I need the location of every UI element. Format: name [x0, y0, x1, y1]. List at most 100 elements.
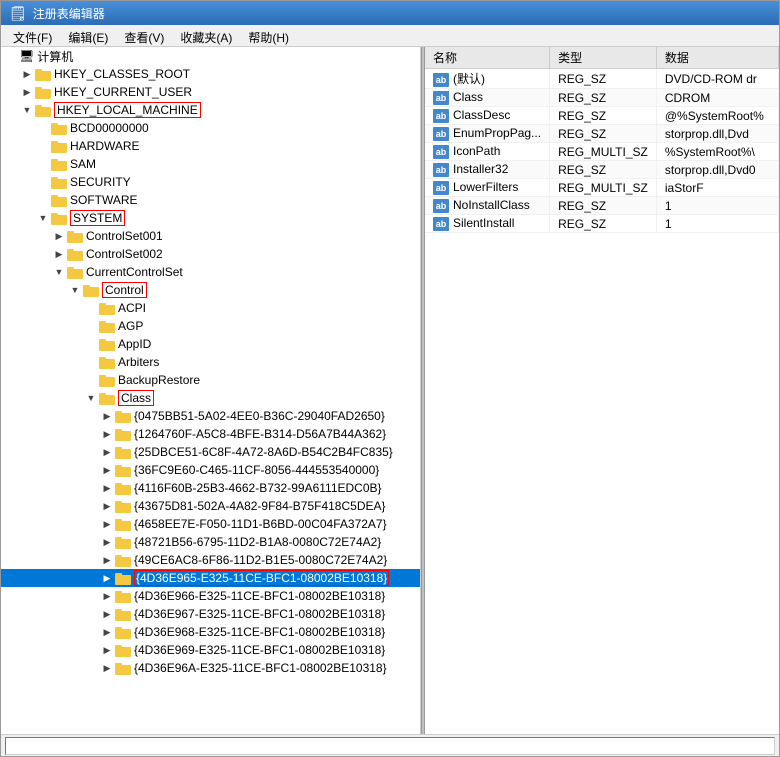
menu-help[interactable]: 帮助(H) [240, 27, 297, 44]
expander-guid7[interactable]: ▶ [99, 516, 115, 532]
expander-guid5[interactable]: ▶ [99, 480, 115, 496]
expander-guid11[interactable]: ▶ [99, 588, 115, 604]
tree-node-guid7[interactable]: ▶ {4658EE7E-F050-11D1-B6BD-00C04FA372A7} [1, 515, 420, 533]
tree-node-guid8[interactable]: ▶ {48721B56-6795-11D2-B1A8-0080C72E74A2} [1, 533, 420, 551]
node-label-guid13: {4D36E968-E325-11CE-BFC1-08002BE10318} [134, 625, 385, 639]
tree-node-acpi[interactable]: ACPI [1, 299, 420, 317]
expander-guid3[interactable]: ▶ [99, 444, 115, 460]
tree-node-guid2[interactable]: ▶ {1264760F-A5C8-4BFE-B314-D56A7B44A362} [1, 425, 420, 443]
col-header-name[interactable]: 名称 [425, 47, 550, 69]
reg-type-cell: REG_SZ [550, 161, 657, 179]
expander-ccs[interactable]: ▼ [51, 264, 67, 280]
menu-bar: 文件(F) 编辑(E) 查看(V) 收藏夹(A) 帮助(H) [1, 25, 779, 47]
tree-node-arbiters[interactable]: Arbiters [1, 353, 420, 371]
menu-favorites[interactable]: 收藏夹(A) [172, 27, 240, 44]
tree-node-backuprestore[interactable]: BackupRestore [1, 371, 420, 389]
menu-edit[interactable]: 编辑(E) [60, 27, 116, 44]
tree-node-controlset001[interactable]: ▶ ControlSet001 [1, 227, 420, 245]
tree-node-guid10[interactable]: ▶ {4D36E965-E325-11CE-BFC1-08002BE10318} [1, 569, 420, 587]
table-row[interactable]: abIconPath REG_MULTI_SZ %SystemRoot%\ [425, 143, 779, 161]
table-row[interactable]: abEnumPropPag... REG_SZ storprop.dll,Dvd [425, 125, 779, 143]
reg-type-cell: REG_MULTI_SZ [550, 179, 657, 197]
col-header-type[interactable]: 类型 [550, 47, 657, 69]
expander-control[interactable]: ▼ [67, 282, 83, 298]
expander-guid4[interactable]: ▶ [99, 462, 115, 478]
expander-guid6[interactable]: ▶ [99, 498, 115, 514]
expander-guid1[interactable]: ▶ [99, 408, 115, 424]
tree-node-hkcr[interactable]: ▶ HKEY_CLASSES_ROOT [1, 65, 420, 83]
table-row[interactable]: abSilentInstall REG_SZ 1 [425, 215, 779, 233]
tree-node-guid15[interactable]: ▶ {4D36E96A-E325-11CE-BFC1-08002BE10318} [1, 659, 420, 677]
folder-icon-system [51, 211, 67, 225]
tree-node-class[interactable]: ▼ Class [1, 389, 420, 407]
table-row[interactable]: abInstaller32 REG_SZ storprop.dll,Dvd0 [425, 161, 779, 179]
tree-node-guid5[interactable]: ▶ {4116F60B-25B3-4662-B732-99A6111EDC0B} [1, 479, 420, 497]
expander-guid15[interactable]: ▶ [99, 660, 115, 676]
tree-node-guid4[interactable]: ▶ {36FC9E60-C465-11CF-8056-444553540000} [1, 461, 420, 479]
tree-node-guid6[interactable]: ▶ {43675D81-502A-4A82-9F84-B75F418C5DEA} [1, 497, 420, 515]
reg-name-cell: abClassDesc [425, 107, 550, 125]
tree-node-guid12[interactable]: ▶ {4D36E967-E325-11CE-BFC1-08002BE10318} [1, 605, 420, 623]
expander-controlset002[interactable]: ▶ [51, 246, 67, 262]
tree-node-security[interactable]: SECURITY [1, 173, 420, 191]
menu-file[interactable]: 文件(F) [5, 27, 60, 44]
expander-guid2[interactable]: ▶ [99, 426, 115, 442]
reg-name-cell: abSilentInstall [425, 215, 550, 233]
tree-node-guid9[interactable]: ▶ {49CE6AC8-6F86-11D2-B1E5-0080C72E74A2} [1, 551, 420, 569]
node-label-computer: 计算机 [37, 48, 73, 65]
expander-controlset001[interactable]: ▶ [51, 228, 67, 244]
tree-node-hkcu[interactable]: ▶ HKEY_CURRENT_USER [1, 83, 420, 101]
folder-icon-sam [51, 157, 67, 171]
table-row[interactable]: abNoInstallClass REG_SZ 1 [425, 197, 779, 215]
tree-node-system[interactable]: ▼ SYSTEM [1, 209, 420, 227]
expander-agp [83, 318, 99, 334]
reg-ab-icon: ab [433, 163, 449, 177]
tree-node-appid[interactable]: AppID [1, 335, 420, 353]
table-row[interactable]: abLowerFilters REG_MULTI_SZ iaStorF [425, 179, 779, 197]
tree-node-hklm[interactable]: ▼ HKEY_LOCAL_MACHINE [1, 101, 420, 119]
expander-guid12[interactable]: ▶ [99, 606, 115, 622]
expander-guid13[interactable]: ▶ [99, 624, 115, 640]
expander-hklm[interactable]: ▼ [19, 102, 35, 118]
tree-node-computer[interactable]: 🖥 计算机 [1, 47, 420, 65]
tree-node-control[interactable]: ▼ Control [1, 281, 420, 299]
reg-type-cell: REG_MULTI_SZ [550, 143, 657, 161]
tree-node-agp[interactable]: AGP [1, 317, 420, 335]
folder-icon-hkcu [35, 85, 51, 99]
values-panel: 名称 类型 数据 ab(默认) REG_SZ DVD/CD-ROM dr abC… [425, 47, 779, 734]
expander-guid14[interactable]: ▶ [99, 642, 115, 658]
expander-system[interactable]: ▼ [35, 210, 51, 226]
reg-data-cell: storprop.dll,Dvd0 [656, 161, 778, 179]
tree-node-ccs[interactable]: ▼ CurrentControlSet [1, 263, 420, 281]
reg-data-cell: 1 [656, 215, 778, 233]
col-header-data[interactable]: 数据 [656, 47, 778, 69]
tree-node-guid14[interactable]: ▶ {4D36E969-E325-11CE-BFC1-08002BE10318} [1, 641, 420, 659]
expander-class[interactable]: ▼ [83, 390, 99, 406]
tree-node-software[interactable]: SOFTWARE [1, 191, 420, 209]
folder-icon-agp [99, 319, 115, 333]
expander-guid8[interactable]: ▶ [99, 534, 115, 550]
table-row[interactable]: ab(默认) REG_SZ DVD/CD-ROM dr [425, 69, 779, 89]
expander-hardware [35, 138, 51, 154]
tree-node-hardware[interactable]: HARDWARE [1, 137, 420, 155]
tree-node-guid11[interactable]: ▶ {4D36E966-E325-11CE-BFC1-08002BE10318} [1, 587, 420, 605]
tree-node-sam[interactable]: SAM [1, 155, 420, 173]
tree-node-bcd[interactable]: BCD00000000 [1, 119, 420, 137]
tree-node-controlset002[interactable]: ▶ ControlSet002 [1, 245, 420, 263]
expander-guid10[interactable]: ▶ [99, 570, 115, 586]
tree-node-guid3[interactable]: ▶ {25DBCE51-6C8F-4A72-8A6D-B54C2B4FC835} [1, 443, 420, 461]
table-row[interactable]: abClass REG_SZ CDROM [425, 89, 779, 107]
expander-hkcu[interactable]: ▶ [19, 84, 35, 100]
expander-guid9[interactable]: ▶ [99, 552, 115, 568]
folder-icon-bcd [51, 121, 67, 135]
reg-type-cell: REG_SZ [550, 125, 657, 143]
folder-icon-controlset002 [67, 247, 83, 261]
expander-hkcr[interactable]: ▶ [19, 66, 35, 82]
tree-panel[interactable]: 🖥 计算机 ▶ HKEY_CLASSES_ROOT ▶ HKEY_CURRENT… [1, 47, 421, 734]
menu-view[interactable]: 查看(V) [116, 27, 172, 44]
tree-node-guid13[interactable]: ▶ {4D36E968-E325-11CE-BFC1-08002BE10318} [1, 623, 420, 641]
table-row[interactable]: abClassDesc REG_SZ @%SystemRoot% [425, 107, 779, 125]
folder-icon-guid4 [115, 463, 131, 477]
folder-icon-security [51, 175, 67, 189]
tree-node-guid1[interactable]: ▶ {0475BB51-5A02-4EE0-B36C-29040FAD2650} [1, 407, 420, 425]
